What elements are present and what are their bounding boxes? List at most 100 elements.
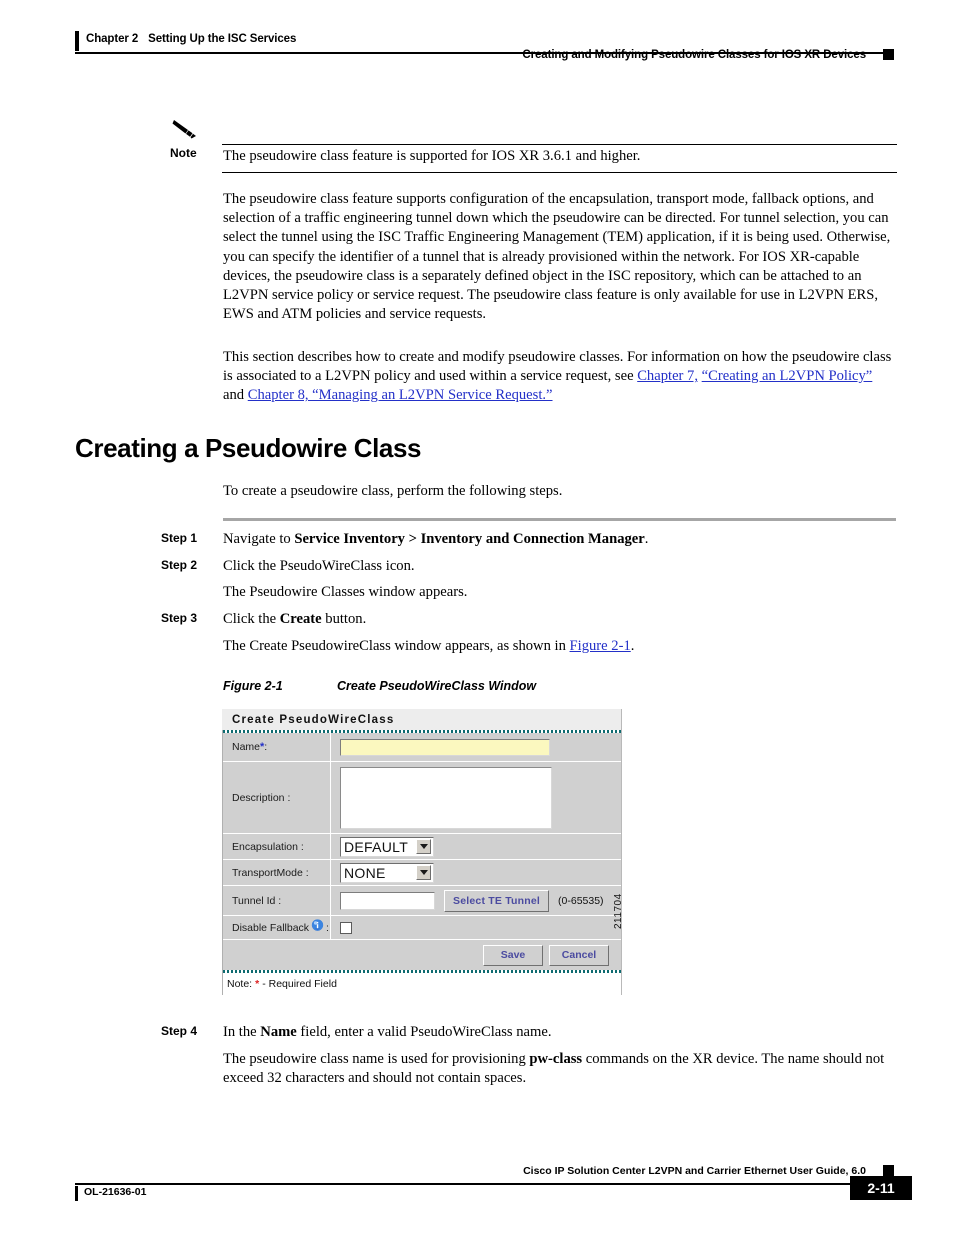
para2-text-2: and <box>223 387 248 404</box>
step-4-number: Step 4 <box>161 1024 198 1038</box>
step-1-body: Navigate to Service Inventory > Inventor… <box>223 530 896 549</box>
description-textarea[interactable] <box>340 766 552 829</box>
tunnel-id-input[interactable] <box>340 891 435 910</box>
chevron-down-icon[interactable] <box>416 839 431 854</box>
note-top-rule <box>222 144 897 146</box>
step-4-body: In the Name field, enter a valid PseudoW… <box>223 1023 896 1042</box>
label-name: Name *: <box>223 733 331 761</box>
breadcrumb-chapter-number: Chapter 2 <box>86 33 139 45</box>
row-encapsulation: Encapsulation : DEFAULT <box>223 834 621 860</box>
dialog-note-star: * <box>255 978 260 990</box>
row-description: Description : <box>223 762 621 834</box>
label-disable-fallback: Disable Fallback : <box>223 916 331 939</box>
step-3-bold: Create <box>279 611 322 627</box>
footer-page-number: 2-11 <box>850 1176 912 1200</box>
breadcrumb: Chapter 2 Setting Up the ISC Services <box>86 33 296 45</box>
info-icon[interactable] <box>311 918 324 937</box>
step-4-text-pre: In the <box>223 1024 261 1040</box>
label-name-colon: : <box>264 741 268 753</box>
encapsulation-value: DEFAULT <box>344 838 409 855</box>
figure-title: Create PseudoWireClass Window <box>337 679 537 693</box>
step-2-body: Click the PseudoWireClass icon. <box>223 558 415 574</box>
dialog-body: Name *: Description : Encapsulation : DEF… <box>222 730 621 973</box>
step-3-follow-pre: The Create PseudowireClass window appear… <box>223 638 570 654</box>
step-4-follow-bold: pw-class <box>529 1051 583 1067</box>
label-transport-mode: TransportMode : <box>223 860 331 885</box>
save-button[interactable]: Save <box>483 944 543 966</box>
transport-mode-select[interactable]: NONE <box>340 862 434 883</box>
create-pseudowireclass-dialog: Create PseudoWireClass Name *: Descriptio… <box>222 709 622 995</box>
disable-fallback-checkbox[interactable] <box>340 921 352 934</box>
footer-square-marker <box>883 1165 894 1176</box>
step-3-number: Step 3 <box>161 611 198 625</box>
note-text: The pseudowire class feature is supporte… <box>223 148 641 164</box>
control-transport-mode: NONE <box>331 860 621 885</box>
link-chapter-7[interactable]: Chapter 7, <box>637 368 698 384</box>
tunnel-id-range-hint: (0-65535) <box>558 894 604 907</box>
step-1-text-post: . <box>644 531 649 547</box>
footer-rule <box>75 1183 885 1185</box>
note-label: Note <box>170 146 197 160</box>
breadcrumb-chapter-title: Setting Up the ISC Services <box>148 33 297 45</box>
step-2-number: Step 2 <box>161 558 198 572</box>
dialog-action-bar: Save Cancel <box>223 940 621 970</box>
label-encapsulation: Encapsulation : <box>223 834 331 859</box>
figure-caption: Figure 2-1 Create PseudoWireClass Window <box>223 679 536 693</box>
figure-id-stamp: 211704 <box>613 893 624 929</box>
footer-guide-title: Cisco IP Solution Center L2VPN and Carri… <box>523 1165 866 1177</box>
label-disable-fallback-text: Disable Fallback <box>232 921 310 934</box>
step-4-follow: The pseudowire class name is used for pr… <box>223 1050 896 1088</box>
dialog-title: Create PseudoWireClass <box>222 709 621 730</box>
control-description <box>331 762 621 833</box>
control-name <box>331 733 621 761</box>
step-1-number: Step 1 <box>161 531 198 545</box>
cancel-button[interactable]: Cancel <box>549 944 609 966</box>
row-transport-mode: TransportMode : NONE <box>223 860 621 886</box>
dialog-required-note: Note: * - Required Field <box>222 973 621 995</box>
step-4-follow-pre: The pseudowire class name is used for pr… <box>223 1051 530 1067</box>
step-3-text-post: button. <box>321 611 367 627</box>
footer-doc-id: OL-21636-01 <box>84 1186 147 1198</box>
page-title: Creating a Pseudowire Class <box>75 433 422 463</box>
step-3-follow-post: . <box>630 638 635 654</box>
link-creating-l2vpn-policy[interactable]: “Creating an L2VPN Policy” <box>702 368 873 384</box>
label-tunnel-id: Tunnel Id : <box>223 886 331 915</box>
label-description: Description : <box>223 762 331 833</box>
step-3-follow: The Create PseudowireClass window appear… <box>223 637 896 656</box>
steps-divider <box>223 518 896 521</box>
control-encapsulation: DEFAULT <box>331 834 621 859</box>
label-disable-fallback-colon: : <box>326 921 329 934</box>
header-section-title: Creating and Modifying Pseudowire Classe… <box>522 49 866 61</box>
step-2-follow: The Pseudowire Classes window appears. <box>223 584 468 600</box>
header-left-bar <box>75 31 79 51</box>
step-1-text-pre: Navigate to <box>223 531 295 547</box>
header-square-marker <box>883 49 894 60</box>
name-input[interactable] <box>340 738 550 756</box>
chevron-down-icon[interactable] <box>416 865 431 880</box>
control-tunnel-id: Select TE Tunnel (0-65535) <box>331 886 621 915</box>
note-bottom-rule <box>222 172 897 174</box>
select-te-tunnel-button[interactable]: Select TE Tunnel <box>444 889 550 912</box>
step-3-body: Click the Create button. <box>223 610 896 629</box>
figure-number: Figure 2-1 <box>223 679 283 693</box>
paragraph-overview: The pseudowire class feature supports co… <box>223 191 891 323</box>
row-tunnel-id: Tunnel Id : Select TE Tunnel (0-65535) <box>223 886 621 916</box>
step-4-text-post: field, enter a valid PseudoWireClass nam… <box>296 1024 552 1040</box>
link-figure-2-1[interactable]: Figure 2-1 <box>570 638 631 654</box>
row-name: Name *: <box>223 733 621 762</box>
page-header: Chapter 2 Setting Up the ISC Services Cre… <box>0 0 954 70</box>
transport-mode-value: NONE <box>344 864 386 881</box>
control-disable-fallback <box>331 916 621 939</box>
footer-left-bar <box>75 1186 78 1201</box>
row-disable-fallback: Disable Fallback : <box>223 916 621 940</box>
intro-text: To create a pseudowire class, perform th… <box>223 483 563 499</box>
step-1-bold: Service Inventory > Inventory and Connec… <box>294 531 645 547</box>
step-4-bold: Name <box>260 1024 297 1040</box>
step-3-text-pre: Click the <box>223 611 280 627</box>
link-chapter-8[interactable]: Chapter 8, “Managing an L2VPN Service Re… <box>248 387 553 403</box>
encapsulation-select[interactable]: DEFAULT <box>340 836 434 857</box>
figure-image: Create PseudoWireClass Name *: Descriptio… <box>222 709 622 995</box>
label-name-text: Name <box>232 741 261 753</box>
dialog-note-suffix: - Required Field <box>262 978 337 990</box>
paragraph-section-intro: This section describes how to create and… <box>223 348 896 406</box>
